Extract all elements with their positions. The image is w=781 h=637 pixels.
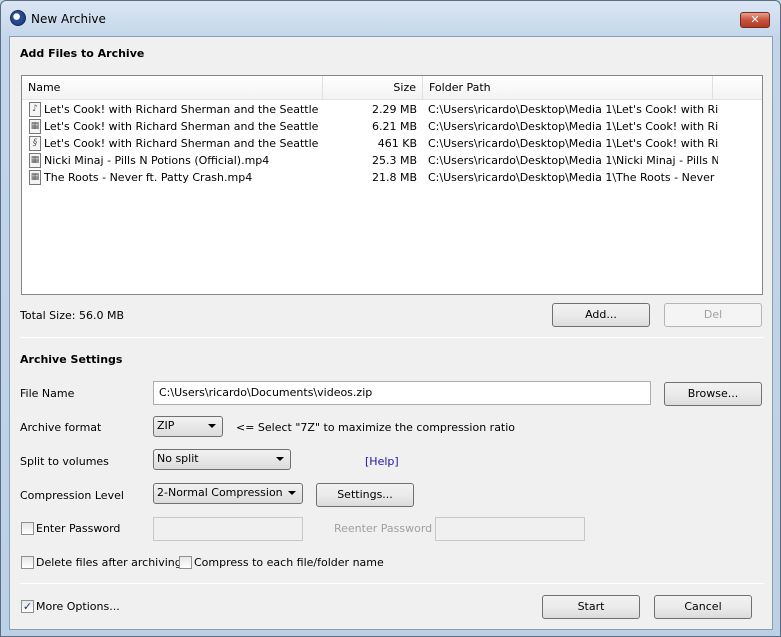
level-value: 2-Normal Compression bbox=[157, 486, 283, 499]
file-row[interactable]: § Let's Cook! with Richard Sherman and t… bbox=[22, 135, 722, 152]
files-heading: Add Files to Archive bbox=[20, 47, 145, 60]
split-value: No split bbox=[157, 452, 199, 465]
password-label: Enter Password bbox=[36, 522, 121, 535]
file-size: 461 KB bbox=[377, 137, 417, 150]
file-row[interactable]: ♪ Let's Cook! with Richard Sherman and t… bbox=[22, 101, 722, 118]
password-checkbox[interactable] bbox=[21, 522, 34, 535]
compress-each-label: Compress to each file/folder name bbox=[194, 556, 384, 569]
file-size: 6.21 MB bbox=[371, 120, 417, 133]
level-label: Compression Level bbox=[20, 489, 124, 502]
split-select[interactable]: No split bbox=[153, 449, 291, 470]
split-label: Split to volumes bbox=[20, 455, 109, 468]
audio-file-icon: ♪ bbox=[29, 102, 41, 117]
format-select[interactable]: ZIP bbox=[153, 416, 223, 437]
column-name[interactable]: Name bbox=[22, 76, 323, 100]
file-name: The Roots - Never ft. Patty Crash.mp4 bbox=[44, 171, 253, 184]
column-path[interactable]: Folder Path bbox=[423, 76, 713, 100]
compress-each-checkbox[interactable] bbox=[179, 556, 192, 569]
browse-button[interactable]: Browse... bbox=[664, 382, 762, 406]
file-name: Let's Cook! with Richard Sherman and the… bbox=[44, 120, 322, 133]
video-file-icon: ▦ bbox=[29, 119, 41, 134]
level-select[interactable]: 2-Normal Compression bbox=[153, 483, 303, 504]
column-filler bbox=[713, 76, 762, 100]
settings-heading: Archive Settings bbox=[20, 353, 123, 366]
divider bbox=[20, 337, 764, 338]
video-file-icon: ▦ bbox=[29, 170, 41, 185]
file-path: C:\Users\ricardo\Desktop\Media 1\Nicki M… bbox=[428, 154, 718, 167]
file-list[interactable]: Name Size Folder Path ♪ Let's Cook! with… bbox=[21, 75, 763, 295]
reenter-label: Reenter Password bbox=[334, 522, 433, 535]
more-options-checkbox[interactable]: ✓ bbox=[21, 600, 34, 613]
divider bbox=[20, 583, 764, 584]
chevron-down-icon bbox=[208, 424, 216, 428]
file-name: Nicki Minaj - Pills N Potions (Official)… bbox=[44, 154, 270, 167]
video-file-icon: ▦ bbox=[29, 153, 41, 168]
file-size: 25.3 MB bbox=[371, 154, 417, 167]
window-title: New Archive bbox=[31, 12, 106, 26]
close-button[interactable]: ✕ bbox=[740, 12, 770, 28]
start-button[interactable]: Start bbox=[542, 595, 640, 619]
cancel-button[interactable]: Cancel bbox=[654, 595, 752, 619]
file-name-label: File Name bbox=[20, 387, 75, 400]
add-button[interactable]: Add... bbox=[552, 303, 650, 327]
file-row[interactable]: ▦ The Roots - Never ft. Patty Crash.mp4 … bbox=[22, 169, 722, 186]
file-path: C:\Users\ricardo\Desktop\Media 1\The Roo… bbox=[428, 171, 718, 184]
subtitle-file-icon: § bbox=[29, 136, 41, 151]
settings-button[interactable]: Settings... bbox=[316, 483, 414, 507]
file-size: 21.8 MB bbox=[371, 171, 417, 184]
format-hint: <= Select "7Z" to maximize the compressi… bbox=[236, 421, 516, 434]
chevron-down-icon bbox=[288, 491, 296, 495]
format-label: Archive format bbox=[20, 421, 102, 434]
format-value: ZIP bbox=[157, 419, 175, 432]
column-size[interactable]: Size bbox=[323, 76, 423, 100]
reenter-password-input[interactable] bbox=[435, 517, 585, 541]
total-size: Total Size: 56.0 MB bbox=[20, 309, 124, 322]
file-path: C:\Users\ricardo\Desktop\Media 1\Let's C… bbox=[428, 103, 718, 116]
delete-after-label: Delete files after archiving bbox=[36, 556, 182, 569]
file-name: Let's Cook! with Richard Sherman and the… bbox=[44, 103, 322, 116]
delete-button[interactable]: Del bbox=[664, 303, 762, 327]
file-name: Let's Cook! with Richard Sherman and the… bbox=[44, 137, 322, 150]
file-path: C:\Users\ricardo\Desktop\Media 1\Let's C… bbox=[428, 137, 718, 150]
file-name-input[interactable]: C:\Users\ricardo\Documents\videos.zip bbox=[153, 381, 651, 405]
app-icon bbox=[10, 10, 26, 26]
chevron-down-icon bbox=[276, 457, 284, 461]
help-link[interactable]: [Help] bbox=[365, 455, 399, 468]
delete-after-checkbox[interactable] bbox=[21, 556, 34, 569]
file-row[interactable]: ▦ Let's Cook! with Richard Sherman and t… bbox=[22, 118, 722, 135]
password-input[interactable] bbox=[153, 517, 303, 541]
more-options-label: More Options... bbox=[36, 600, 120, 613]
file-row[interactable]: ▦ Nicki Minaj - Pills N Potions (Officia… bbox=[22, 152, 722, 169]
file-size: 2.29 MB bbox=[371, 103, 417, 116]
file-path: C:\Users\ricardo\Desktop\Media 1\Let's C… bbox=[428, 120, 718, 133]
dialog-body: Add Files to Archive Name Size Folder Pa… bbox=[9, 36, 773, 630]
window-frame: New Archive ✕ Add Files to Archive Name … bbox=[0, 0, 781, 637]
